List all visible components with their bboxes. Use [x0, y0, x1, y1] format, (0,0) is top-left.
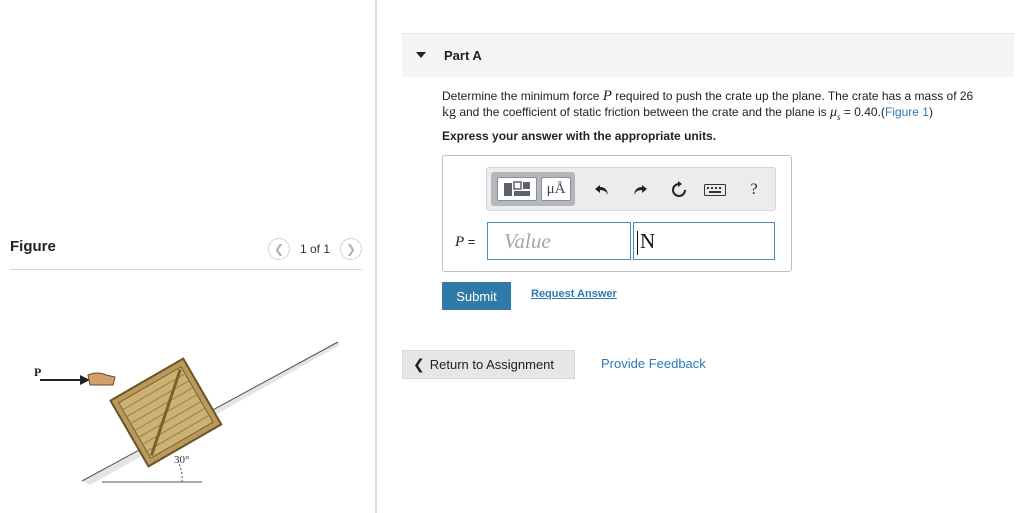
question-variable: P [602, 88, 612, 104]
figure-header: Figure ❮ 1 of 1 ❯ [10, 236, 362, 270]
part-header[interactable]: Part A [402, 33, 1014, 77]
help-button[interactable]: ? [743, 179, 765, 201]
caret-down-icon[interactable] [416, 52, 426, 58]
answer-box: μÅ ? P = Value N [442, 155, 792, 272]
chevron-left-icon: ❮ [413, 356, 425, 372]
template-button-group: μÅ [491, 172, 575, 206]
panel-divider [375, 0, 377, 513]
force-label: P [34, 365, 41, 379]
figure-title: Figure [10, 238, 56, 255]
value-input[interactable]: Value [487, 222, 631, 260]
answer-variable: P [455, 234, 465, 250]
instruction-text: Express your answer with the appropriate… [442, 129, 717, 143]
unit-input[interactable]: N [633, 222, 775, 260]
question-unit: kg [442, 105, 456, 120]
redo-icon[interactable] [629, 179, 651, 201]
angle-label: 30° [174, 454, 189, 466]
question-text-1: Determine the minimum force [442, 89, 603, 103]
reset-icon[interactable] [668, 179, 690, 201]
hand [87, 372, 116, 386]
return-to-assignment-button[interactable]: ❮ Return to Assignment [402, 350, 575, 379]
equals-sign: = [464, 234, 476, 249]
figure-link[interactable]: Figure 1 [885, 105, 929, 119]
return-label: Return to Assignment [429, 357, 555, 372]
templates-button[interactable] [497, 177, 537, 201]
templates-icon [504, 181, 530, 196]
part-title: Part A [444, 48, 482, 63]
units-button[interactable]: μÅ [541, 177, 571, 201]
figure-pager: ❮ 1 of 1 ❯ [267, 238, 362, 260]
undo-icon[interactable] [591, 179, 613, 201]
question-text: Determine the minimum force P required t… [442, 88, 1024, 125]
question-text-2: required to push the crate up the plane.… [611, 89, 974, 103]
equation-label: P = [455, 234, 475, 251]
next-figure-button[interactable]: ❯ [340, 238, 362, 260]
prev-figure-button[interactable]: ❮ [267, 238, 290, 260]
chevron-left-icon: ❮ [273, 242, 284, 256]
mu-symbol: μs [830, 105, 841, 122]
keyboard-icon[interactable] [703, 179, 727, 201]
crate [109, 357, 223, 468]
question-text-5: ) [928, 105, 933, 119]
provide-feedback-link[interactable]: Provide Feedback [601, 356, 706, 371]
math-toolbar: μÅ ? [486, 167, 776, 211]
figure-panel: Figure ❮ 1 of 1 ❯ 30° P [0, 0, 376, 513]
unit-value: N [640, 229, 656, 253]
submit-button[interactable]: Submit [442, 282, 511, 310]
question-text-3: and the coefficient of static friction b… [456, 105, 831, 119]
text-cursor [637, 231, 638, 256]
pager-text: 1 of 1 [299, 242, 330, 256]
request-answer-link[interactable]: Request Answer [531, 288, 617, 300]
mu-letter: μ [830, 105, 838, 120]
question-text-4: = 0.40.( [840, 105, 885, 119]
crate-incline-diagram: 30° P [34, 341, 340, 485]
chevron-right-icon: ❯ [345, 242, 357, 256]
